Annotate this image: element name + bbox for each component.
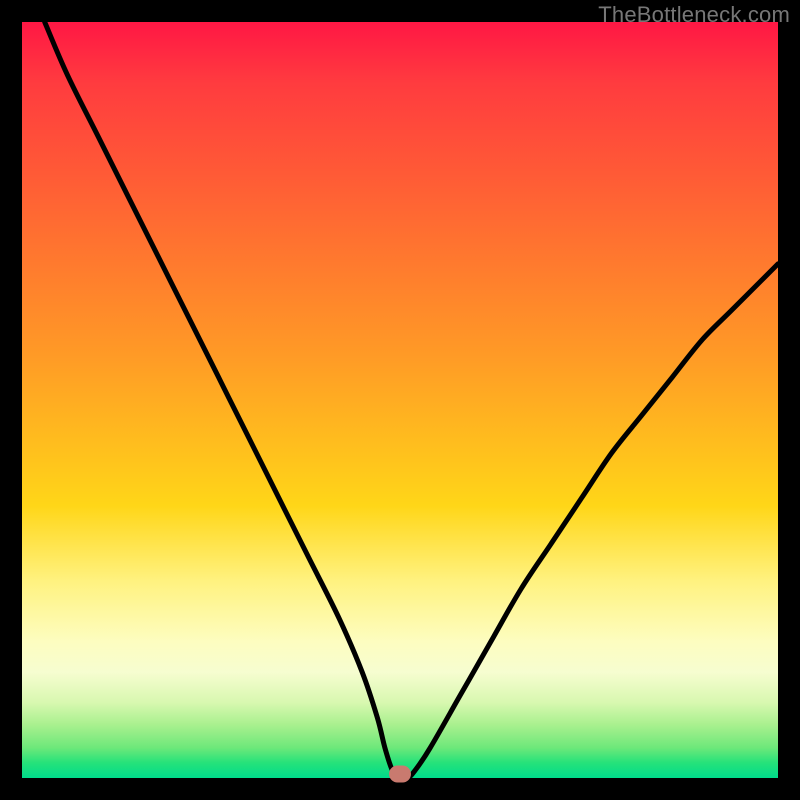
plot-area: [22, 22, 778, 778]
optimal-point-marker: [389, 766, 411, 783]
bottleneck-curve: [22, 22, 778, 778]
chart-frame: TheBottleneck.com: [0, 0, 800, 800]
